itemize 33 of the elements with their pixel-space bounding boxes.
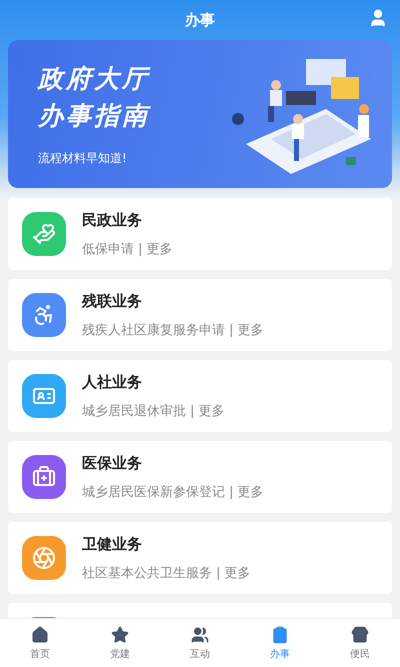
nav-tab[interactable]: 互动 [160, 619, 240, 667]
nav-tab[interactable]: 党建 [80, 619, 160, 667]
clipboard-icon [271, 626, 289, 644]
banner-subtitle: 流程材料早知道! [38, 150, 128, 166]
service-subtitle: 城乡居民医保新参保登记 | 更多 [82, 484, 264, 500]
guide-banner[interactable]: 政府大厅 办事指南 流程材料早知道! [8, 40, 392, 188]
service-card[interactable]: 卫健业务 社区基本公共卫生服务 | 更多 [8, 522, 392, 594]
service-title: 卫健业务 [82, 534, 143, 554]
users-icon [191, 626, 209, 644]
service-title: 残联业务 [82, 292, 143, 310]
glyph-icon [32, 546, 56, 570]
page-title: 办事 [185, 10, 215, 30]
service-card[interactable]: 民政业务 低保申请 | 更多 [8, 198, 392, 270]
banner-title: 政府大厅 [38, 62, 150, 94]
service-card[interactable]: 残联业务 残疾人社区康复服务申请 | 更多 [8, 279, 392, 351]
service-subtitle: 城乡居民退休审批 | 更多 [82, 402, 225, 420]
service-card[interactable]: 医保业务 城乡居民医保新参保登记 | 更多 [8, 441, 392, 513]
glyph-icon [32, 465, 56, 489]
service-subtitle: 低保申请 | 更多 [82, 240, 173, 258]
star-icon [111, 626, 129, 644]
service-subtitle: 残疾人社区康复服务申请 | 更多 [82, 322, 264, 338]
glyph-icon [32, 222, 56, 246]
service-subtitle: 社区基本公共卫生服务 | 更多 [82, 564, 251, 582]
home-icon [31, 626, 49, 644]
nav-tab[interactable]: 首页 [0, 619, 80, 667]
service-card[interactable]: 人社业务 城乡居民退休审批 | 更多 [8, 360, 392, 432]
nav-tab[interactable]: 办事 [240, 619, 320, 667]
store-icon [351, 626, 369, 644]
banner-title: 办事指南 [38, 100, 150, 132]
service-title: 人社业务 [82, 372, 143, 392]
service-title: 医保业务 [82, 454, 143, 472]
nav-tab[interactable]: 便民 [320, 619, 400, 667]
service-title: 民政业务 [82, 210, 143, 230]
